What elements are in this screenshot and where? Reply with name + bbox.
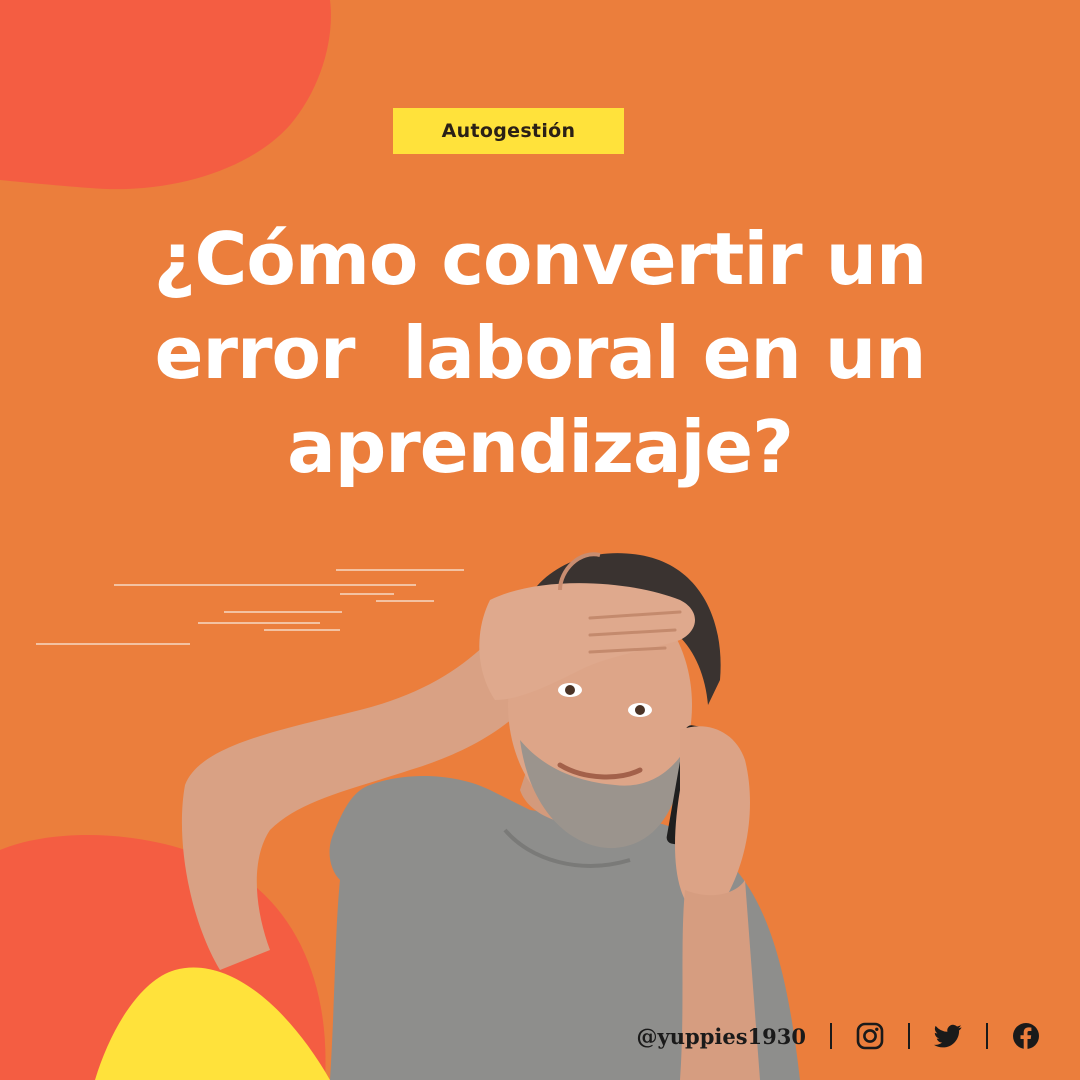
twitter-icon[interactable]: [934, 1022, 962, 1050]
top-left-blob: [0, 0, 331, 190]
category-badge-label: Autogestión: [441, 120, 576, 142]
facebook-icon[interactable]: [1012, 1022, 1040, 1050]
footer-divider: [908, 1023, 910, 1049]
headline-line-2: error laboral en un: [154, 311, 927, 395]
post-canvas: Autogestión ¿Cómo convertir un error lab…: [0, 0, 1080, 1080]
headline: ¿Cómo convertir un error laboral en un a…: [60, 212, 1020, 494]
account-handle: @yuppies1930: [636, 1023, 806, 1049]
footer-divider: [830, 1023, 832, 1049]
footer-divider: [986, 1023, 988, 1049]
category-badge: Autogestión: [393, 108, 624, 154]
headline-line-3: aprendizaje?: [287, 405, 794, 489]
social-footer: @yuppies1930: [637, 1016, 1040, 1056]
man-photo: [181, 552, 800, 1080]
instagram-icon[interactable]: [856, 1022, 884, 1050]
headline-line-1: ¿Cómo convertir un: [153, 217, 928, 301]
